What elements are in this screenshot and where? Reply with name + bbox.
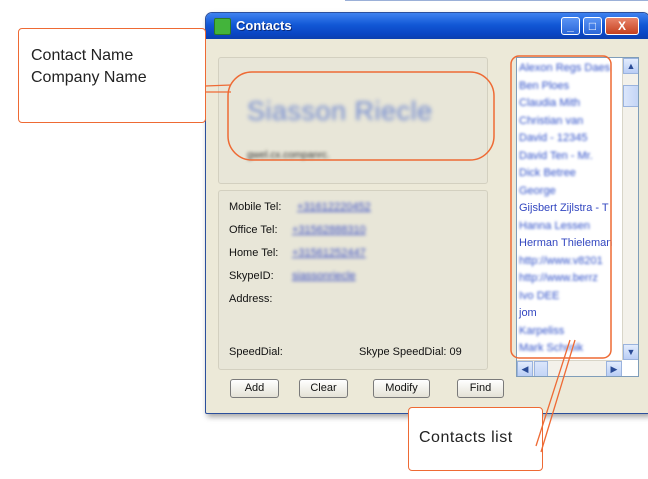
add-button[interactable]: Add bbox=[230, 379, 279, 398]
contact-list-item[interactable]: Claudia Mith bbox=[519, 97, 580, 113]
contact-name-panel: Siasson Riecle gwel.cx.companrc. bbox=[218, 57, 488, 184]
scroll-left-icon[interactable]: ◀ bbox=[517, 361, 533, 376]
contact-list-item[interactable]: Karpeliss bbox=[519, 325, 564, 341]
maximize-icon: □ bbox=[588, 19, 597, 33]
contact-list-item[interactable]: http://www.v8201 bbox=[519, 255, 603, 271]
vertical-scroll-thumb[interactable] bbox=[623, 85, 638, 107]
background-line bbox=[345, 0, 648, 1]
skype-speeddial-label: Skype SpeedDial: bbox=[359, 346, 447, 358]
contact-details-panel: Mobile Tel: +31612220452 Office Tel: +31… bbox=[218, 190, 488, 370]
clear-button[interactable]: Clear bbox=[299, 379, 348, 398]
contacts-window: Contacts _ □ X Siasson Riecle gwel.cx.co… bbox=[205, 12, 648, 414]
skype-speeddial-value: 09 bbox=[449, 346, 462, 358]
minimize-icon: _ bbox=[567, 19, 574, 33]
horizontal-scroll-thumb[interactable] bbox=[534, 361, 548, 376]
office-row: Office Tel: +31562888310 bbox=[229, 224, 366, 236]
contact-list-item[interactable]: Alexon Regs Daes bbox=[519, 62, 610, 78]
skype-label: SkypeID: bbox=[229, 270, 274, 282]
close-icon: X bbox=[617, 19, 626, 33]
title-bar[interactable]: Contacts _ □ X bbox=[206, 13, 648, 39]
office-label: Office Tel: bbox=[229, 224, 278, 236]
contact-name: Siasson Riecle bbox=[247, 96, 433, 126]
contact-list-item[interactable]: Mark Schroik bbox=[519, 342, 583, 358]
contact-list-item[interactable]: David - 12345 bbox=[519, 132, 588, 148]
address-label: Address: bbox=[229, 293, 273, 305]
callout-company-name-text: Company Name bbox=[31, 69, 147, 86]
contact-list-item[interactable]: Herman Thieleman bbox=[519, 237, 612, 253]
home-link[interactable]: +31561252447 bbox=[292, 247, 366, 259]
contact-list-item[interactable]: Hanna Lessen bbox=[519, 220, 590, 236]
scroll-up-icon[interactable]: ▲ bbox=[623, 58, 638, 74]
skype-row: SkypeID: siassonriecle bbox=[229, 270, 356, 282]
mobile-link[interactable]: +31612220452 bbox=[297, 201, 371, 213]
vertical-scrollbar[interactable]: ▲ ▼ bbox=[622, 58, 638, 360]
callout-contacts-list-text: Contacts list bbox=[419, 429, 513, 446]
contact-list-item[interactable]: David Ten - Mr. bbox=[519, 150, 593, 166]
contact-list-item[interactable]: Christian van bbox=[519, 115, 583, 131]
contact-list-item[interactable]: George bbox=[519, 185, 556, 201]
skype-speeddial-row: Skype SpeedDial: 09 bbox=[359, 346, 462, 358]
window-title: Contacts bbox=[236, 18, 292, 33]
company-name: gwel.cx.companrc. bbox=[247, 150, 330, 161]
contacts-app-icon bbox=[214, 18, 231, 35]
contact-list-item[interactable]: Gijsbert Zijlstra - T bbox=[519, 202, 609, 218]
office-link[interactable]: +31562888310 bbox=[292, 224, 366, 236]
skype-link[interactable]: siassonriecle bbox=[292, 270, 356, 282]
home-row: Home Tel: +31561252447 bbox=[229, 247, 366, 259]
horizontal-scrollbar[interactable]: ◀ ▶ bbox=[517, 360, 622, 376]
minimize-button[interactable]: _ bbox=[561, 17, 580, 35]
address-row: Address: bbox=[229, 293, 272, 305]
mobile-label: Mobile Tel: bbox=[229, 201, 282, 213]
maximize-button[interactable]: □ bbox=[583, 17, 602, 35]
close-button[interactable]: X bbox=[605, 17, 639, 35]
contact-list-item[interactable]: Ben Ploes bbox=[519, 80, 569, 96]
scroll-down-icon[interactable]: ▼ bbox=[623, 344, 638, 360]
contact-list-item[interactable]: http://www.berrz bbox=[519, 272, 598, 288]
speeddial-label: SpeedDial: bbox=[229, 346, 283, 358]
scroll-right-icon[interactable]: ▶ bbox=[606, 361, 622, 376]
contact-list-item[interactable]: Dick Betree bbox=[519, 167, 576, 183]
modify-button[interactable]: Modify bbox=[373, 379, 430, 398]
contact-list-item[interactable]: Ivo DEE bbox=[519, 290, 559, 306]
mobile-row: Mobile Tel: +31612220452 bbox=[229, 201, 371, 213]
home-label: Home Tel: bbox=[229, 247, 279, 259]
contacts-list-callout: Contacts list bbox=[408, 407, 543, 471]
speeddial-row: SpeedDial: bbox=[229, 346, 283, 358]
callout-contact-name-text: Contact Name bbox=[31, 47, 134, 64]
contact-list-item[interactable]: jom bbox=[519, 307, 537, 323]
contact-name-callout: Contact Name Company Name bbox=[18, 28, 206, 123]
contacts-list[interactable]: Alexon Regs Daes Ben Ploes Claudia Mith Chr… bbox=[516, 57, 639, 377]
find-button[interactable]: Find bbox=[457, 379, 504, 398]
